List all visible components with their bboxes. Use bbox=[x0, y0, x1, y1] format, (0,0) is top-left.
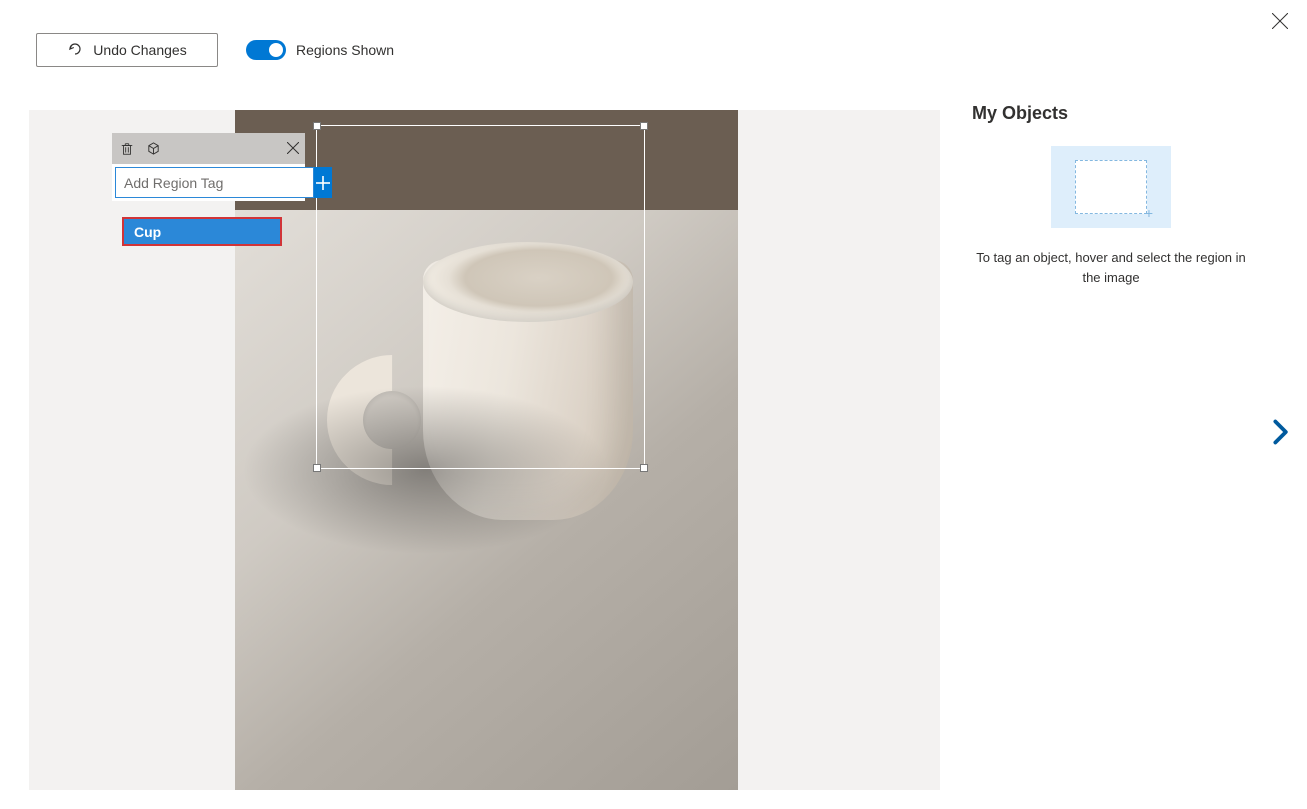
region-tag-input[interactable] bbox=[115, 167, 314, 198]
resize-handle-sw[interactable] bbox=[313, 464, 321, 472]
undo-changes-button[interactable]: Undo Changes bbox=[36, 33, 218, 67]
regions-toggle-label: Regions Shown bbox=[296, 42, 394, 58]
side-panel-title: My Objects bbox=[972, 103, 1250, 124]
top-toolbar: Undo Changes Regions Shown bbox=[36, 33, 394, 67]
next-image-button[interactable] bbox=[1266, 418, 1294, 446]
tag-suggestion-label: Cup bbox=[134, 224, 161, 240]
tag-suggestion-list: Cup bbox=[122, 217, 282, 246]
close-dialog-button[interactable] bbox=[1268, 8, 1292, 39]
tag-panel-header bbox=[112, 133, 305, 164]
image-work-area bbox=[29, 110, 940, 790]
resize-handle-se[interactable] bbox=[640, 464, 648, 472]
regions-toggle-wrap: Regions Shown bbox=[246, 40, 394, 60]
add-object-placeholder[interactable] bbox=[1051, 146, 1171, 228]
close-panel-icon[interactable] bbox=[287, 141, 299, 157]
undo-label: Undo Changes bbox=[93, 42, 186, 58]
resize-handle-ne[interactable] bbox=[640, 122, 648, 130]
trash-icon[interactable] bbox=[118, 140, 135, 157]
image-canvas[interactable] bbox=[235, 110, 738, 790]
dashed-region-icon bbox=[1075, 160, 1147, 214]
tag-input-row bbox=[112, 164, 305, 201]
resize-handle-nw[interactable] bbox=[313, 122, 321, 130]
region-tag-panel bbox=[112, 133, 305, 201]
region-selection[interactable] bbox=[316, 125, 645, 469]
tag-suggestion-item[interactable]: Cup bbox=[122, 217, 282, 246]
toggle-knob bbox=[269, 43, 283, 57]
side-panel-hint: To tag an object, hover and select the r… bbox=[972, 248, 1250, 287]
undo-icon bbox=[67, 41, 83, 60]
cube-icon[interactable] bbox=[145, 140, 162, 157]
side-panel: My Objects To tag an object, hover and s… bbox=[972, 103, 1250, 287]
add-tag-button[interactable] bbox=[314, 167, 332, 198]
regions-toggle[interactable] bbox=[246, 40, 286, 60]
